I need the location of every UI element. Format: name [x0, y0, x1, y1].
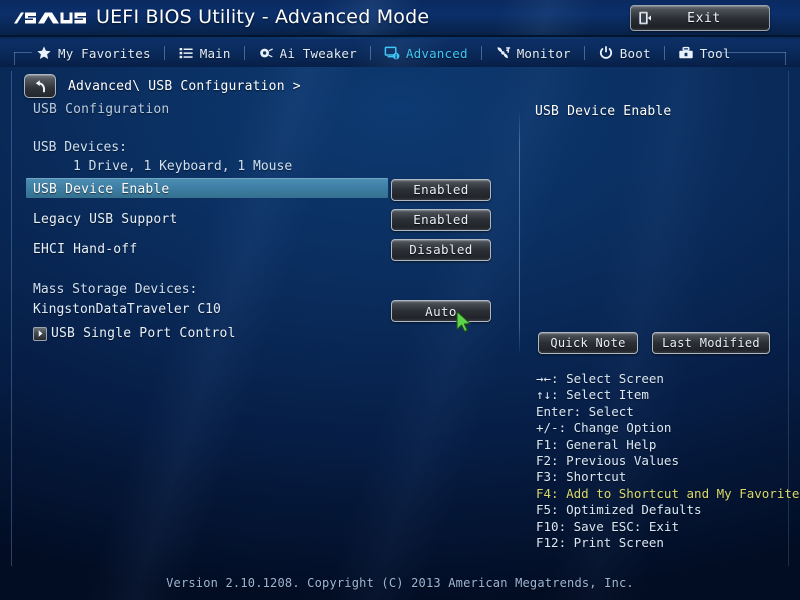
menu-tick-left [14, 52, 15, 65]
fan-icon [497, 47, 510, 59]
usb-devices-heading: USB Devices: [33, 140, 127, 155]
back-arrow-icon [35, 79, 45, 92]
tab-label: Tool [699, 45, 731, 61]
tab-label: Advanced [405, 45, 468, 61]
tab-main[interactable]: Main [174, 39, 235, 67]
footer-bar: Version 2.10.1208. Copyright (C) 2013 Am… [0, 566, 800, 600]
key-help-line: F1: General Help [536, 436, 657, 452]
setting-value-legacy-usb-support[interactable]: Enabled [391, 208, 491, 231]
submenu-usb-single-port-control[interactable]: USB Single Port Control [33, 326, 236, 341]
tab-label: Monitor [516, 45, 571, 61]
key-help-line: →←: Select Screen [536, 371, 664, 386]
key-help-line: +/-: Change Option [536, 420, 672, 436]
tab-label: Main [199, 45, 231, 61]
tab-monitor[interactable]: Monitor [491, 39, 575, 67]
usb-devices-detail: 1 Drive, 1 Keyboard, 1 Mouse [73, 159, 293, 174]
key-help-line: F3: Shortcut [536, 469, 627, 485]
exit-label: Exit [687, 10, 721, 26]
nav-separator [369, 46, 371, 60]
tab-label: Boot [619, 45, 651, 61]
tuning-icon [259, 48, 273, 58]
help-title: USB Device Enable [535, 104, 672, 119]
mass-storage-block: Mass Storage Devices: KingstonDataTravel… [33, 280, 221, 320]
toolbox-icon [679, 46, 693, 59]
setting-value-ehci-hand-off[interactable]: Disabled [391, 238, 491, 261]
key-help-line-accent: F4: Add to Shortcut and My Favorites [536, 485, 800, 501]
exit-button[interactable]: Exit [630, 5, 770, 31]
key-help-line: F5: Optimized Defaults [536, 502, 702, 518]
nav-separator [163, 46, 165, 60]
setting-value-usb-device-enable[interactable]: Enabled [391, 178, 491, 201]
title-bar: UEFI BIOS Utility - Advanced Mode Exit [0, 0, 800, 37]
tool-button-group: Quick Note Last Modified [538, 332, 770, 354]
tab-label: Ai Tweaker [279, 45, 357, 61]
setting-label: EHCI Hand-off [33, 242, 138, 257]
asus-logo [12, 6, 88, 30]
usb-devices-block: USB Devices: 1 Drive, 1 Keyboard, 1 Mous… [33, 138, 514, 176]
nav-separator [663, 46, 665, 60]
settings-pane: USB Configuration USB Devices: 1 Drive, … [22, 102, 514, 532]
mass-storage-heading: Mass Storage Devices: [33, 282, 198, 297]
menu-rule-left [14, 52, 32, 53]
tab-my-favorites[interactable]: My Favorites [32, 39, 155, 67]
nav-separator [583, 46, 585, 60]
tab-label: My Favorites [58, 45, 151, 61]
setting-label: USB Device Enable [33, 182, 170, 197]
bios-screen: UEFI BIOS Utility - Advanced Mode Exit M… [0, 0, 800, 600]
last-modified-button[interactable]: Last Modified [652, 332, 770, 354]
setting-row-usb-device-enable[interactable]: USB Device Enable Enabled [22, 178, 514, 201]
key-help-line: F2: Previous Values [536, 453, 679, 469]
list-icon [179, 48, 193, 59]
version-text: Version 2.10.1208. Copyright (C) 2013 Am… [166, 576, 634, 590]
star-icon [37, 46, 51, 59]
setting-value-mass-storage[interactable]: Auto [391, 300, 491, 322]
submenu-label: USB Single Port Control [51, 326, 236, 341]
page-title: USB Configuration [33, 102, 170, 117]
breadcrumb: Advanced\ USB Configuration > [68, 79, 301, 94]
setting-label: Legacy USB Support [33, 212, 178, 227]
tab-boot[interactable]: Boot [594, 39, 655, 67]
key-help-line: ↑↓: Select Item [536, 387, 649, 403]
setting-row-legacy-usb-support[interactable]: Legacy USB Support Enabled [22, 208, 514, 231]
monitor-info-icon [384, 46, 400, 60]
key-help-legend: →←: Select Screen ↑↓: Select Item Enter:… [536, 371, 800, 551]
back-button[interactable] [24, 74, 56, 98]
setting-row-ehci-hand-off[interactable]: EHCI Hand-off Disabled [22, 238, 514, 261]
nav-menu-bar: My Favorites Main Ai Tweaker Advanced Mo… [0, 39, 800, 67]
tab-tool[interactable]: Tool [674, 39, 735, 67]
menu-tick-right [785, 52, 786, 65]
nav-separator [480, 46, 482, 60]
pane-divider [519, 113, 520, 353]
mass-storage-device: KingstonDataTraveler C10 [33, 302, 221, 317]
key-help-line: F10: Save ESC: Exit [536, 518, 679, 534]
exit-door-icon [639, 11, 651, 25]
app-title: UEFI BIOS Utility - Advanced Mode [96, 6, 430, 28]
tab-ai-tweaker[interactable]: Ai Tweaker [254, 39, 361, 67]
tab-advanced[interactable]: Advanced [380, 39, 472, 67]
quick-note-button[interactable]: Quick Note [538, 332, 638, 354]
nav-separator [243, 46, 245, 60]
power-icon [599, 46, 612, 59]
submenu-arrow-icon [33, 326, 47, 341]
key-help-line: F12: Print Screen [536, 535, 664, 551]
key-help-line: Enter: Select [536, 403, 634, 419]
